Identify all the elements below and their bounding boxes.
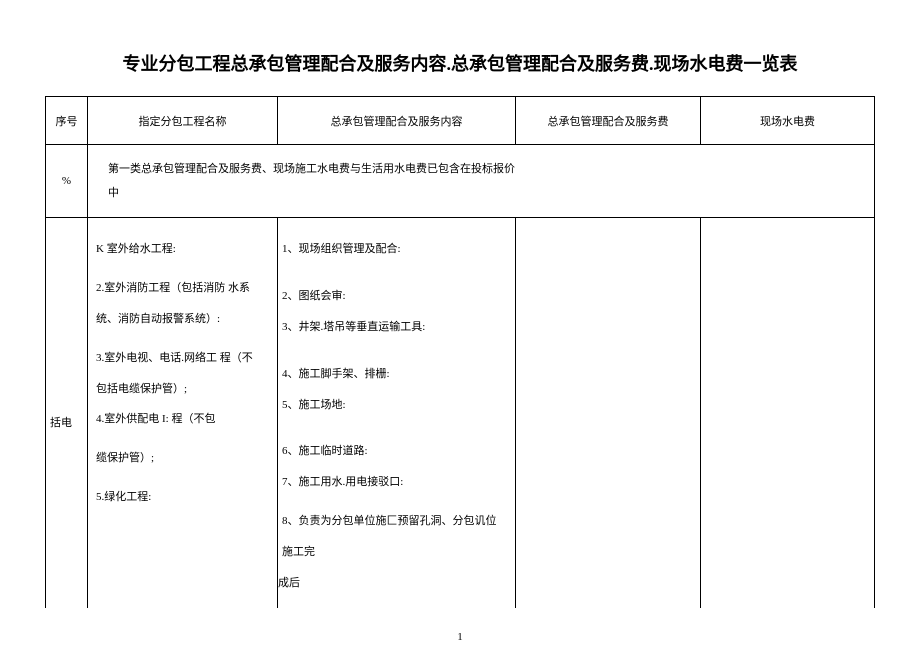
header-seq: 序号 <box>46 97 88 145</box>
data-col4 <box>516 218 701 608</box>
header-service-content: 总承包管理配合及服务内容 <box>278 97 516 145</box>
category-line2: 中 <box>108 181 866 205</box>
page-number: 1 <box>0 631 920 643</box>
data-col1: 括电 <box>46 218 88 608</box>
category-text-cell: 第一类总承包管理配合及服务费、现场施工水电费与生活用水电费已包含在投标报价 中 <box>88 145 875 218</box>
main-table: 序号 指定分包工程名称 总承包管理配合及服务内容 总承包管理配合及服务费 现场水… <box>45 96 875 608</box>
category-line1: 第一类总承包管理配合及服务费、现场施工水电费与生活用水电费已包含在投标报价 <box>108 157 866 181</box>
data-col5 <box>701 218 875 608</box>
document-title: 专业分包工程总承包管理配合及服务内容.总承包管理配合及服务费.现场水电费一览表 <box>0 0 920 96</box>
data-col3: 1、现场组织管理及配合: 2、图纸会审: 3、井架.塔吊等垂直运输工具: 4、施… <box>278 218 516 608</box>
category-row: % 第一类总承包管理配合及服务费、现场施工水电费与生活用水电费已包含在投标报价 … <box>46 145 875 218</box>
header-project-name: 指定分包工程名称 <box>88 97 278 145</box>
header-service-fee: 总承包管理配合及服务费 <box>516 97 701 145</box>
data-col2: K 室外给水工程: 2.室外消防工程（包括消防 水系 统、消防自动报警系统）: … <box>88 218 278 608</box>
header-water-electric-fee: 现场水电费 <box>701 97 875 145</box>
percent-cell: % <box>46 145 88 218</box>
data-row: 括电 K 室外给水工程: 2.室外消防工程（包括消防 水系 统、消防自动报警系统… <box>46 218 875 608</box>
header-row: 序号 指定分包工程名称 总承包管理配合及服务内容 总承包管理配合及服务费 现场水… <box>46 97 875 145</box>
